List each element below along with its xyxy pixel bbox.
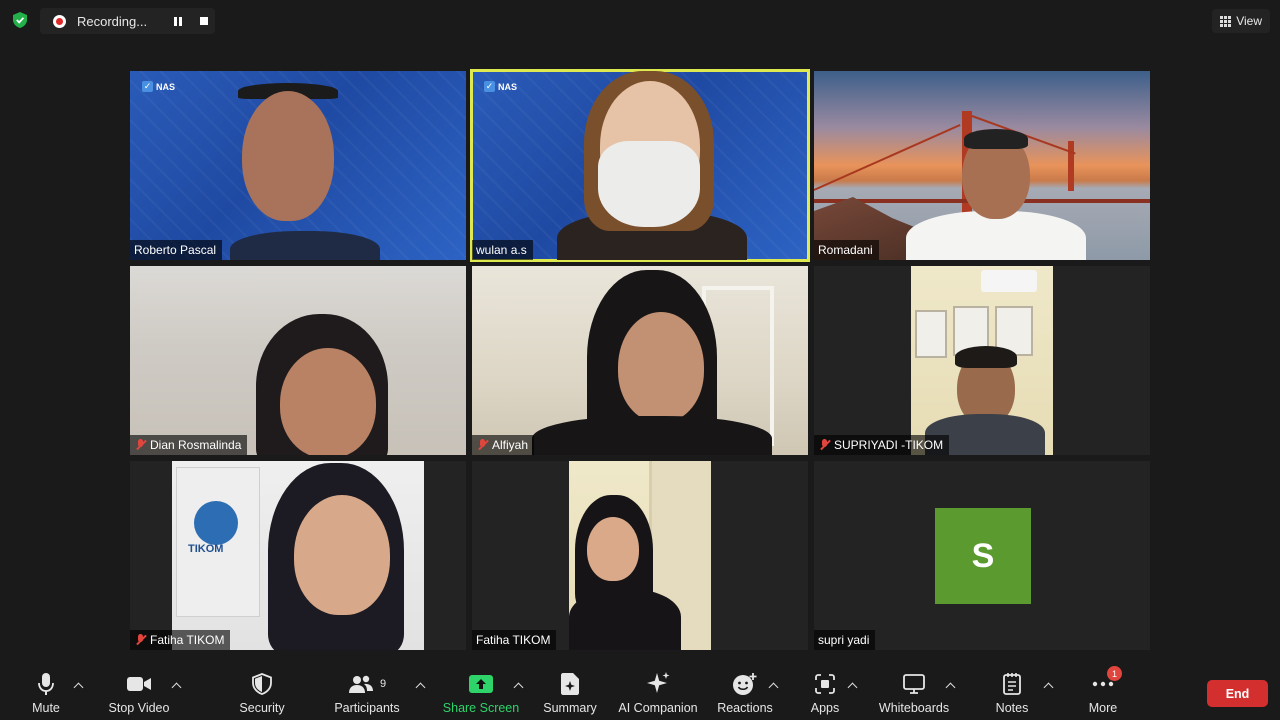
participant-name-tag: Alfiyah: [472, 435, 535, 455]
zoom-meeting-window: Recording... View ✓ NAS Roberto Pascal ✓ N…: [0, 0, 1280, 720]
mic-muted-icon: [476, 439, 489, 451]
share-screen-button[interactable]: Share Screen: [443, 662, 519, 720]
participant-name-tag: Fatiha TIKOM: [472, 630, 557, 650]
whiteboards-options-caret[interactable]: [943, 678, 957, 692]
stop-video-button[interactable]: Stop Video: [104, 662, 174, 720]
participant-name-tag: Roberto Pascal: [130, 240, 223, 260]
notification-badge: 1: [1107, 666, 1122, 681]
grid-icon: [1220, 15, 1232, 27]
mic-muted-icon: [134, 439, 147, 451]
video-options-caret[interactable]: [169, 678, 183, 692]
view-label: View: [1236, 14, 1262, 28]
notes-options-caret[interactable]: [1041, 678, 1055, 692]
participant-count: 9: [379, 678, 387, 690]
stop-icon: [200, 17, 208, 25]
ai-companion-button[interactable]: AI Companion: [616, 662, 700, 720]
participant-name-tag: Romadani: [814, 240, 879, 260]
mic-muted-icon: [134, 634, 147, 646]
recording-dot-icon: [53, 14, 66, 28]
apps-icon: [814, 670, 836, 698]
meeting-toolbar: Mute Stop Video Security 9 Participants: [0, 662, 1280, 720]
participant-name-tag: Fatiha TIKOM: [130, 630, 231, 650]
video-tile-roberto-pascal[interactable]: ✓ NAS Roberto Pascal: [130, 71, 466, 260]
mute-button[interactable]: Mute: [22, 662, 70, 720]
people-icon: 9: [348, 670, 386, 698]
share-screen-icon: [468, 670, 494, 698]
participant-video: TIKOM: [172, 461, 424, 650]
notes-button[interactable]: Notes: [990, 662, 1034, 720]
more-button[interactable]: 1 More: [1082, 662, 1124, 720]
video-camera-icon: [126, 670, 152, 698]
apps-button[interactable]: Apps: [804, 662, 846, 720]
participant-name-tag: Dian Rosmalinda: [130, 435, 248, 455]
shield-icon: [252, 670, 272, 698]
video-tile-supri-yadi[interactable]: S supri yadi: [814, 461, 1150, 650]
apps-options-caret[interactable]: [845, 678, 859, 692]
video-tile-dian-rosmalinda[interactable]: Dian Rosmalinda: [130, 266, 466, 455]
video-tile-fatiha-tikom-2[interactable]: Fatiha TIKOM: [472, 461, 808, 650]
stop-recording-button[interactable]: [193, 10, 215, 32]
summary-button[interactable]: Summary: [540, 662, 600, 720]
audio-options-caret[interactable]: [71, 678, 85, 692]
reactions-options-caret[interactable]: [766, 678, 780, 692]
pause-icon: [174, 16, 182, 26]
participant-name-tag: supri yadi: [814, 630, 876, 650]
participant-video: [911, 266, 1053, 455]
microphone-icon: [36, 670, 56, 698]
whiteboards-button[interactable]: Whiteboards: [876, 662, 952, 720]
video-tile-alfiyah[interactable]: Alfiyah: [472, 266, 808, 455]
participant-name-tag: wulan a.s: [472, 240, 533, 260]
video-tile-fatiha-tikom-1[interactable]: TIKOM Fatiha TIKOM: [130, 461, 466, 650]
summary-document-icon: [560, 670, 580, 698]
video-tile-wulan-as[interactable]: ✓ NAS wulan a.s: [470, 69, 810, 262]
participants-options-caret[interactable]: [413, 678, 427, 692]
pause-recording-button[interactable]: [167, 10, 189, 32]
view-button[interactable]: View: [1212, 9, 1270, 33]
participant-video: [569, 461, 711, 650]
encryption-shield-icon[interactable]: [9, 9, 31, 31]
share-options-caret[interactable]: [511, 678, 525, 692]
security-button[interactable]: Security: [234, 662, 290, 720]
nas-logo: ✓ NAS: [484, 81, 518, 92]
end-meeting-button[interactable]: End: [1207, 680, 1268, 707]
recording-label: Recording...: [77, 13, 148, 29]
participant-name-tag: SUPRIYADI -TIKOM: [814, 435, 950, 455]
mic-muted-icon: [818, 439, 831, 451]
video-tile-romadani[interactable]: Romadani: [814, 71, 1150, 260]
more-dots-icon: 1: [1092, 666, 1122, 698]
whiteboard-icon: [902, 670, 926, 698]
participants-button[interactable]: 9 Participants: [330, 662, 404, 720]
avatar: S: [935, 508, 1031, 604]
notes-icon: [1002, 670, 1022, 698]
sparkle-icon: [645, 670, 671, 698]
emoji-plus-icon: [732, 670, 758, 698]
nas-logo: ✓ NAS: [142, 81, 176, 92]
video-tile-supriyadi-tikom[interactable]: SUPRIYADI -TIKOM: [814, 266, 1150, 455]
recording-indicator: Recording...: [40, 8, 215, 34]
